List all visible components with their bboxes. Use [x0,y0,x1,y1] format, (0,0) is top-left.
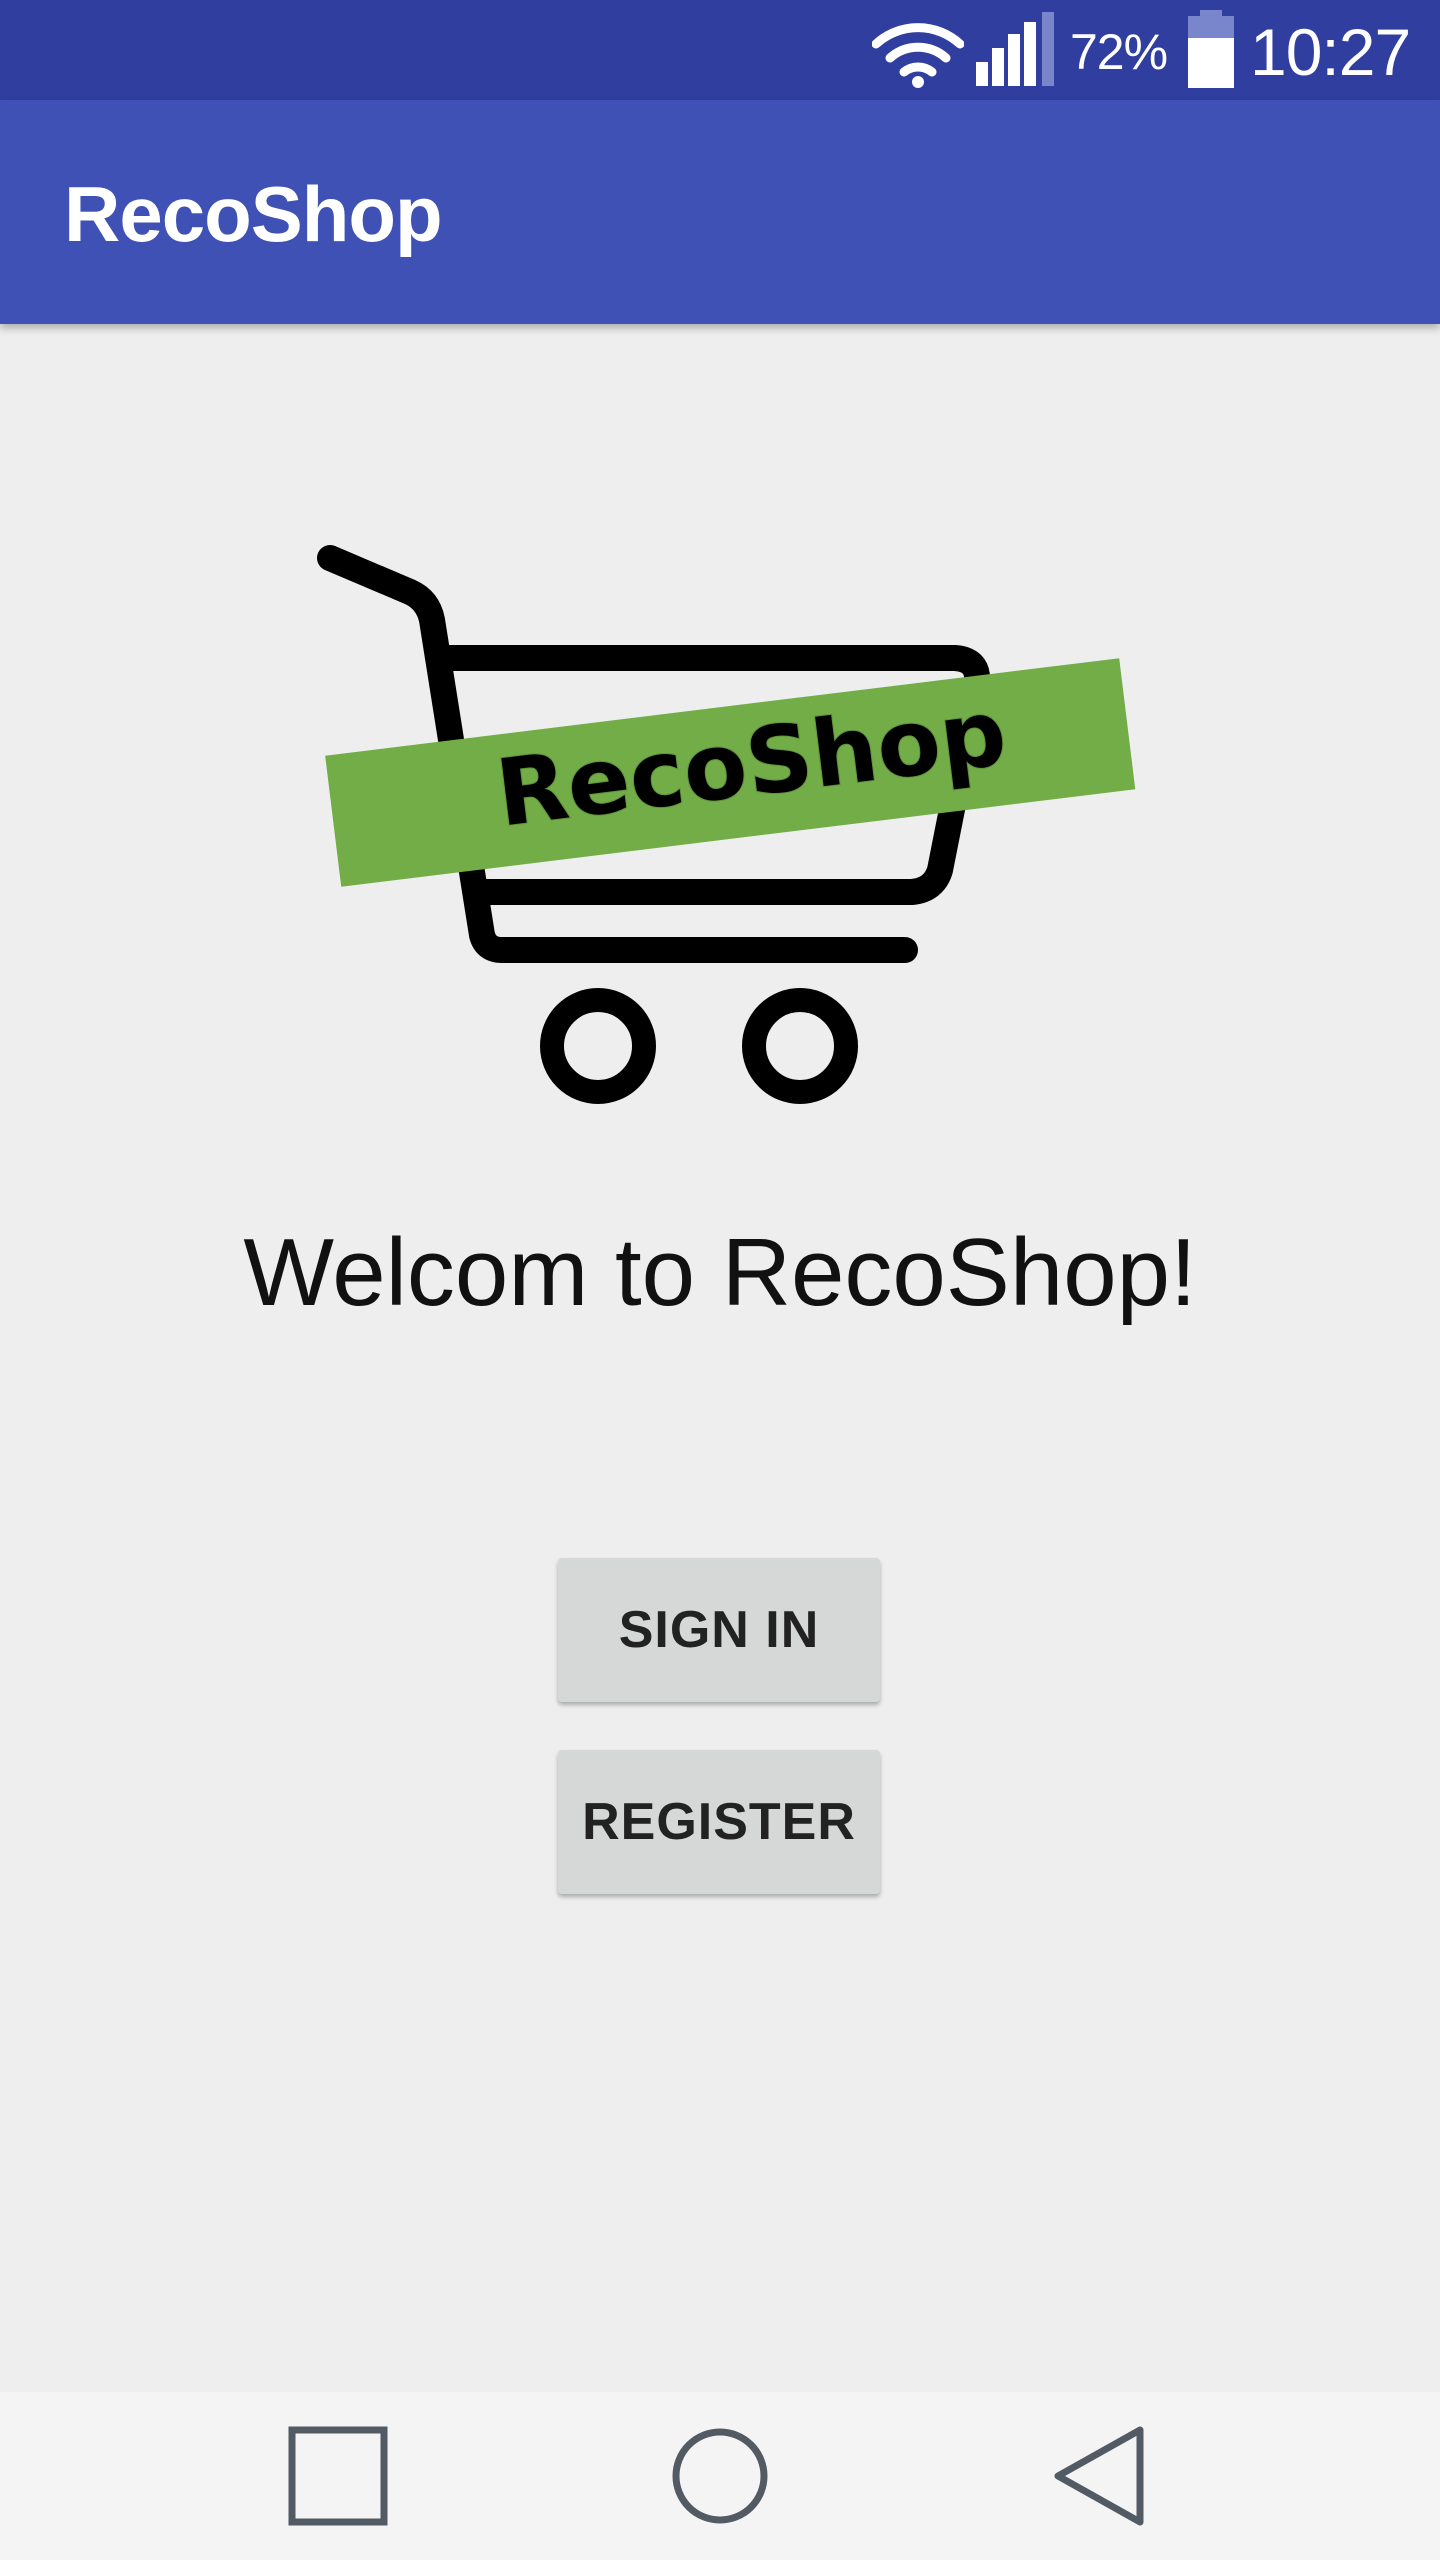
app-title: RecoShop [64,170,443,258]
app-bar: RecoShop [0,100,1440,324]
clock: 10:27 [1250,15,1411,89]
sign-in-button[interactable]: SIGN IN [558,1558,880,1702]
back-icon [1054,2426,1144,2526]
battery-icon [1184,10,1238,93]
back-button[interactable] [1002,2392,1202,2560]
shopping-cart-icon: RecoShop [317,545,1136,1104]
welcome-message: Welcom to RecoShop! [243,1219,1197,1326]
navigation-bar [0,2392,1440,2560]
status-bar: 72% 10:27 [0,0,1440,100]
wifi-icon [871,18,965,93]
recent-apps-icon [288,2426,388,2526]
battery-percent: 72% [1070,24,1168,80]
home-icon [672,2428,768,2524]
recent-apps-button[interactable] [238,2392,438,2560]
recoshop-logo: RecoShop [300,530,1140,1120]
cell-signal-icon [976,12,1060,93]
register-button[interactable]: REGISTER [558,1750,880,1894]
home-button[interactable] [620,2392,820,2560]
